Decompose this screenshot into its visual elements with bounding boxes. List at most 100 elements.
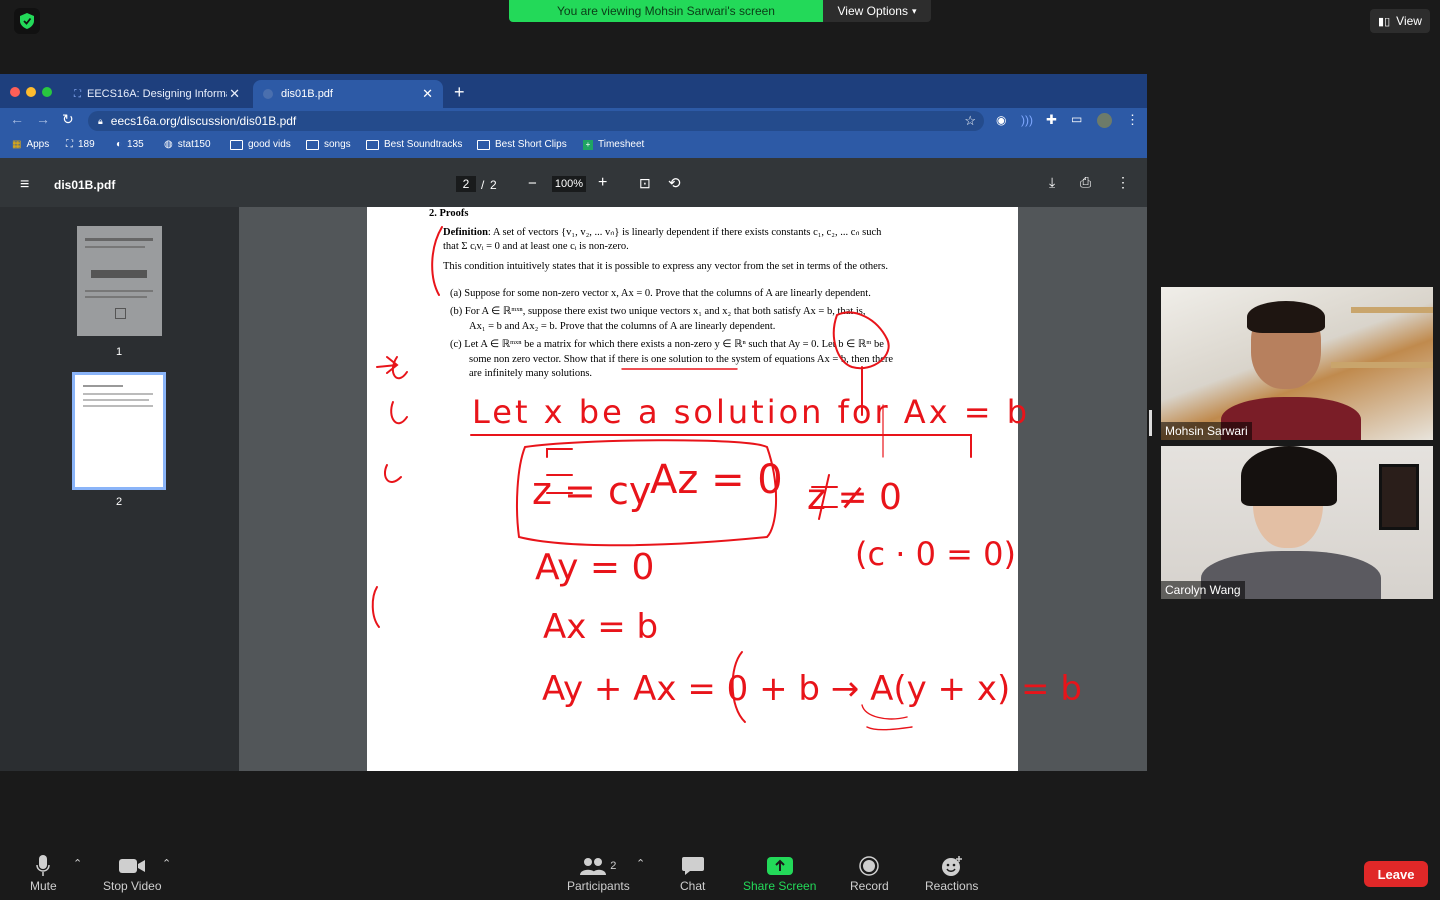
new-tab-icon[interactable]: +: [454, 82, 465, 103]
hair-silhouette: [1241, 446, 1337, 506]
grid-view-icon: ▮▯: [1378, 15, 1391, 28]
pdf-favicon-icon: [263, 89, 273, 99]
shelf-graphic: [1351, 307, 1433, 313]
folder-icon: [477, 139, 490, 150]
wall-frame-graphic: [1379, 464, 1419, 530]
video-resize-handle[interactable]: [1149, 410, 1152, 436]
extensions-puzzle-icon[interactable]: ✚: [1046, 112, 1057, 128]
participants-button[interactable]: 2 Participants: [567, 853, 630, 893]
record-icon: [859, 853, 880, 879]
forward-arrow-icon[interactable]: →: [36, 111, 50, 127]
video-tile-carolyn[interactable]: Carolyn Wang: [1161, 446, 1433, 599]
page-thumbnail-2[interactable]: [72, 372, 166, 490]
ink-note-ay-eq-0: Ay = 0: [535, 547, 655, 588]
pdf-toolbar: ≡ dis01B.pdf 2 / 2 − 100% + ⊡ ⟲ ⤓ ⎙ ⋮: [0, 163, 1147, 207]
participants-count: 2: [610, 860, 617, 872]
stop-video-button[interactable]: Stop Video: [103, 853, 162, 893]
bookmark-stat150[interactable]: ◍ stat150: [164, 139, 211, 150]
bookmark-star-icon[interactable]: ☆: [964, 113, 976, 129]
tab-close-icon[interactable]: ✕: [422, 86, 433, 102]
reactions-button[interactable]: Reactions: [925, 853, 978, 893]
smiley-plus-icon: [941, 853, 963, 879]
bookmark-best-short-clips[interactable]: Best Short Clips: [477, 139, 567, 150]
bookmark-good-vids[interactable]: good vids: [230, 139, 291, 150]
page-total: 2: [490, 178, 497, 192]
participants-chevron-icon[interactable]: ⌃: [636, 857, 645, 870]
window-close-dot[interactable]: [10, 87, 20, 97]
bookmark-songs[interactable]: songs: [306, 139, 351, 150]
back-arrow-icon[interactable]: ←: [10, 111, 24, 127]
ink-note-az-eq-0: Az = 0: [650, 457, 783, 503]
url-text: eecs16a.org/discussion/dis01B.pdf: [110, 114, 297, 128]
record-label: Record: [850, 879, 889, 893]
folder-icon: [366, 139, 379, 150]
zoom-level-input[interactable]: 100%: [552, 176, 586, 192]
view-layout-button[interactable]: ▮▯ View: [1370, 9, 1430, 33]
screen-share-banner: You are viewing Mohsin Sarwari's screen: [509, 0, 823, 22]
tab-dis01b[interactable]: dis01B.pdf ✕: [253, 80, 443, 108]
site-favicon-icon: ◐: [116, 139, 123, 150]
download-icon[interactable]: ⤓: [1049, 174, 1055, 191]
camera-extension-icon[interactable]: ◉: [996, 113, 1006, 127]
bookmark-apps[interactable]: ▦ Apps: [12, 139, 49, 150]
reload-icon[interactable]: ↻: [62, 111, 74, 128]
security-shield-icon[interactable]: [14, 8, 40, 34]
tab-title: dis01B.pdf: [281, 88, 333, 100]
view-options-dropdown[interactable]: View Options ▾: [823, 0, 931, 22]
ink-note-z-neq-0: z ≠ 0: [807, 477, 902, 518]
tab-close-icon[interactable]: ✕: [229, 86, 240, 102]
bookmark-best-soundtracks[interactable]: Best Soundtracks: [366, 139, 462, 150]
page-thumbnail-1[interactable]: [77, 226, 162, 336]
video-options-chevron-icon[interactable]: ⌃: [162, 857, 171, 870]
video-tile-mohsin[interactable]: Mohsin Sarwari: [1161, 287, 1433, 440]
bookmark-label: 189: [78, 139, 95, 150]
ink-note-c-0-0: (c · 0 = 0): [855, 535, 1016, 573]
bookmark-label: Best Soundtracks: [384, 139, 463, 150]
bookmark-135[interactable]: ◐ 135: [116, 139, 144, 150]
zoom-out-icon[interactable]: −: [528, 175, 537, 192]
chat-bubble-icon: [681, 853, 704, 879]
mute-button[interactable]: Mute: [30, 853, 57, 893]
window-minimize-dot[interactable]: [26, 87, 36, 97]
bookmark-label: stat150: [177, 139, 211, 150]
browser-menu-icon[interactable]: ⋮: [1126, 112, 1139, 128]
participant-name: Mohsin Sarwari: [1161, 422, 1252, 440]
pdf-thumbnail-sidebar: 1 2: [0, 207, 239, 771]
window-zoom-dot[interactable]: [42, 87, 52, 97]
zoom-in-icon[interactable]: +: [598, 174, 607, 192]
meeting-controls: Mute ⌃ Stop Video ⌃ 2 Participants ⌃ Cha…: [0, 847, 1440, 900]
bookmark-label: Best Short Clips: [495, 139, 567, 150]
bookmark-189[interactable]: ⛶ 189: [66, 139, 95, 150]
share-screen-icon: [766, 853, 793, 879]
ink-note-let-x: Let x be a solution for Ax = b: [472, 393, 1031, 431]
profile-avatar-icon[interactable]: [1097, 113, 1112, 128]
print-icon[interactable]: ⎙: [1080, 174, 1091, 191]
hamburger-menu-icon[interactable]: ≡: [20, 176, 29, 194]
rotate-icon[interactable]: ⟲: [668, 174, 681, 192]
apps-grid-icon: ▦: [12, 139, 22, 150]
microphone-icon: [36, 853, 51, 879]
reactions-label: Reactions: [925, 879, 979, 893]
participants-label: Participants: [567, 879, 630, 893]
pdf-page: 2. Proofs Definition: A set of vectors {…: [367, 207, 1082, 771]
chat-button[interactable]: Chat: [680, 853, 705, 893]
audio-extension-icon[interactable]: ))): [1021, 113, 1033, 127]
page-number-input[interactable]: 2: [456, 176, 476, 192]
share-screen-button[interactable]: Share Screen: [743, 853, 816, 893]
mute-label: Mute: [30, 879, 57, 893]
audio-options-chevron-icon[interactable]: ⌃: [73, 857, 82, 870]
more-options-icon[interactable]: ⋮: [1116, 174, 1130, 191]
globe-icon: ◍: [164, 139, 173, 150]
bookmark-timesheet[interactable]: + Timesheet: [583, 139, 644, 150]
thumbnail-page-label: 2: [116, 496, 123, 508]
pdf-filename: dis01B.pdf: [54, 178, 116, 192]
folder-icon: [230, 139, 243, 150]
record-button[interactable]: Record: [850, 853, 889, 893]
participants-icon: 2: [580, 853, 616, 879]
tab-eecs16a[interactable]: ⛶ EECS16A: Designing Informatio ✕: [64, 80, 250, 108]
fit-page-icon[interactable]: ⊡: [639, 175, 651, 192]
leave-meeting-button[interactable]: Leave: [1364, 861, 1428, 887]
url-field[interactable]: 🔒︎ eecs16a.org/discussion/dis01B.pdf ☆: [88, 111, 984, 131]
cast-icon[interactable]: ▭: [1071, 112, 1082, 126]
view-button-label: View: [1396, 14, 1422, 28]
